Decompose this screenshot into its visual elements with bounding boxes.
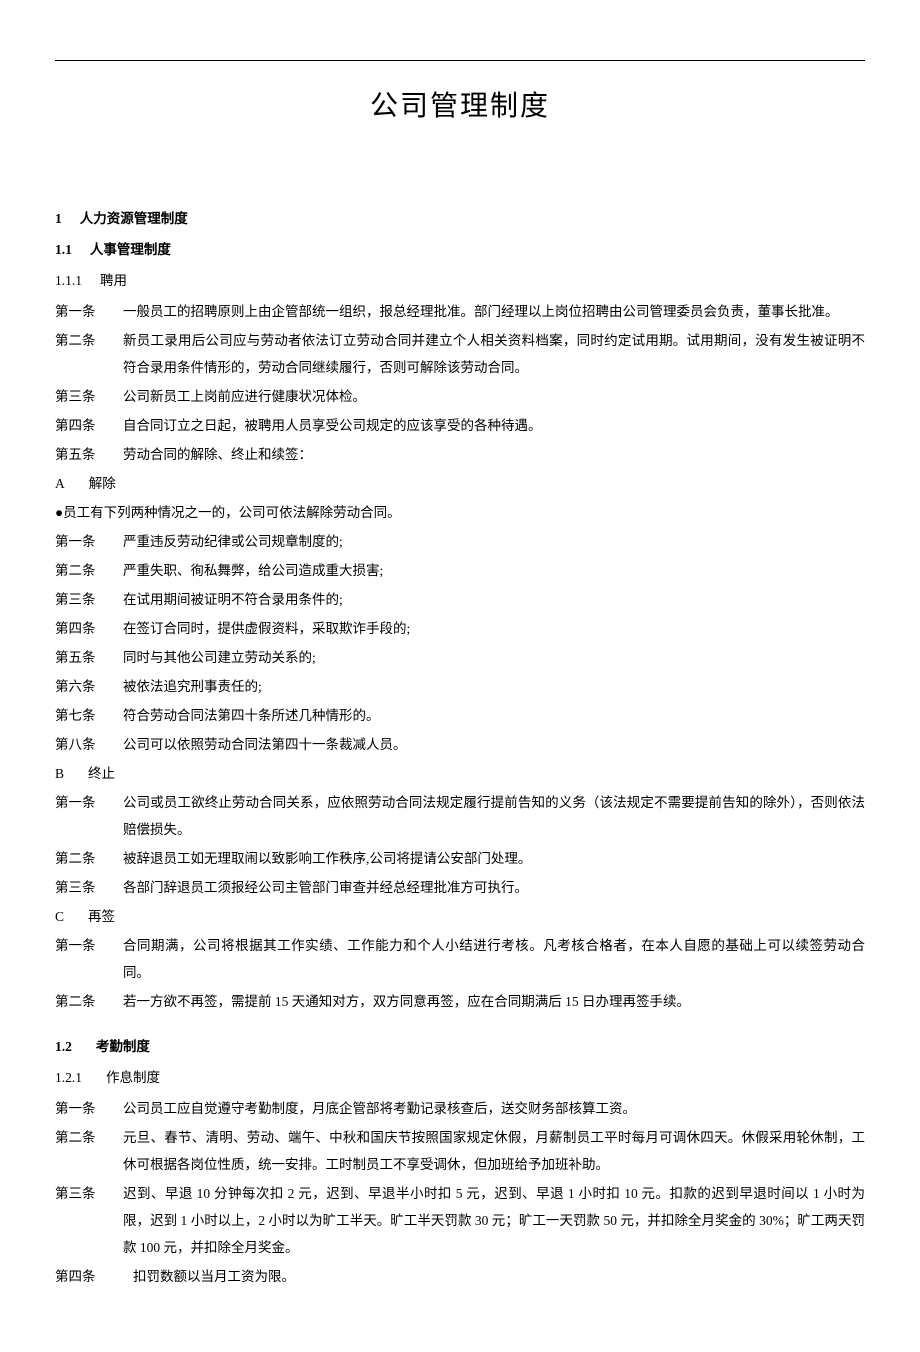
sec-a-article-3: 第三条 在试用期间被证明不符合录用条件的; <box>55 586 865 613</box>
section-1-label: 人力资源管理制度 <box>80 211 188 226</box>
hire-article-5: 第五条 劳动合同的解除、终止和续签： <box>55 441 865 468</box>
attend-article-1: 第一条 公司员工应自觉遵守考勤制度，月底企管部将考勤记录核查后，送交财务部核算工… <box>55 1095 865 1122</box>
section-1-2-heading: 1.2 考勤制度 <box>55 1033 865 1060</box>
article-content: 严重违反劳动纪律或公司规章制度的; <box>123 528 865 555</box>
article-content: 各部门辞退员工须报经公司主管部门审查并经总经理批准方可执行。 <box>123 874 865 901</box>
article-label: 第三条 <box>55 586 123 613</box>
article-content: 公司新员工上岗前应进行健康状况体检。 <box>123 383 865 410</box>
sec-a-article-2: 第二条 严重失职、徇私舞弊，给公司造成重大损害; <box>55 557 865 584</box>
bullet-line: ●员工有下列两种情况之一的，公司可依法解除劳动合同。 <box>55 499 865 526</box>
article-content: 在试用期间被证明不符合录用条件的; <box>123 586 865 613</box>
subsection-b: B 终止 <box>55 760 865 787</box>
sec-c-article-2: 第二条 若一方欲不再签，需提前 15 天通知对方，双方同意再签，应在合同期满后 … <box>55 988 865 1015</box>
article-label: 第二条 <box>55 845 123 872</box>
article-label: 第四条 <box>55 615 123 642</box>
article-label: 第一条 <box>55 1095 123 1122</box>
article-label: 第一条 <box>55 932 123 986</box>
hire-article-1: 第一条 一般员工的招聘原则上由企管部统一组织，报总经理批准。部门经理以上岗位招聘… <box>55 298 865 325</box>
section-1-heading: 1 人力资源管理制度 <box>55 205 865 232</box>
page-title: 公司管理制度 <box>55 79 865 135</box>
article-content: 同时与其他公司建立劳动关系的; <box>123 644 865 671</box>
subsection-b-label: B <box>55 766 64 781</box>
sec-b-article-2: 第二条 被辞退员工如无理取闹以致影响工作秩序,公司将提请公安部门处理。 <box>55 845 865 872</box>
sec-a-article-5: 第五条 同时与其他公司建立劳动关系的; <box>55 644 865 671</box>
article-content: 新员工录用后公司应与劳动者依法订立劳动合同并建立个人相关资料档案，同时约定试用期… <box>123 327 865 381</box>
article-label: 第八条 <box>55 731 123 758</box>
sec-a-article-7: 第七条 符合劳动合同法第四十条所述几种情形的。 <box>55 702 865 729</box>
section-1-1-1-label: 聘用 <box>100 273 127 288</box>
section-1-2-1-heading: 1.2.1 作息制度 <box>55 1064 865 1091</box>
article-label: 第四条 <box>55 1263 133 1290</box>
article-label: 第二条 <box>55 327 123 381</box>
article-label: 第三条 <box>55 874 123 901</box>
article-label: 第二条 <box>55 988 123 1015</box>
article-label: 第一条 <box>55 298 123 325</box>
section-1-1-label: 人事管理制度 <box>90 242 171 257</box>
article-label: 第三条 <box>55 383 123 410</box>
article-content: 严重失职、徇私舞弊，给公司造成重大损害; <box>123 557 865 584</box>
subsection-c-title: 再签 <box>88 909 115 924</box>
article-content: 自合同订立之日起，被聘用人员享受公司规定的应该享受的各种待遇。 <box>123 412 865 439</box>
hire-article-3: 第三条 公司新员工上岗前应进行健康状况体检。 <box>55 383 865 410</box>
article-content: 被依法追究刑事责任的; <box>123 673 865 700</box>
article-label: 第六条 <box>55 673 123 700</box>
section-1-1-num: 1.1 <box>55 242 72 257</box>
hire-article-4: 第四条 自合同订立之日起，被聘用人员享受公司规定的应该享受的各种待遇。 <box>55 412 865 439</box>
article-label: 第五条 <box>55 441 123 468</box>
article-label: 第七条 <box>55 702 123 729</box>
section-1-2-1-label: 作息制度 <box>106 1070 160 1085</box>
sec-a-article-1: 第一条 严重违反劳动纪律或公司规章制度的; <box>55 528 865 555</box>
article-content: 若一方欲不再签，需提前 15 天通知对方，双方同意再签，应在合同期满后 15 日… <box>123 988 865 1015</box>
article-content: 公司员工应自觉遵守考勤制度，月底企管部将考勤记录核查后，送交财务部核算工资。 <box>123 1095 865 1122</box>
attend-article-2: 第二条 元旦、春节、清明、劳动、端午、中秋和国庆节按照国家规定休假，月薪制员工平… <box>55 1124 865 1178</box>
subsection-c: C 再签 <box>55 903 865 930</box>
attend-article-3: 第三条 迟到、早退 10 分钟每次扣 2 元，迟到、早退半小时扣 5 元，迟到、… <box>55 1180 865 1261</box>
subsection-a-title: 解除 <box>89 476 116 491</box>
article-content: 元旦、春节、清明、劳动、端午、中秋和国庆节按照国家规定休假，月薪制员工平时每月可… <box>123 1124 865 1178</box>
article-content: 被辞退员工如无理取闹以致影响工作秩序,公司将提请公安部门处理。 <box>123 845 865 872</box>
article-label: 第一条 <box>55 789 123 843</box>
sec-a-article-6: 第六条 被依法追究刑事责任的; <box>55 673 865 700</box>
article-label: 第三条 <box>55 1180 123 1261</box>
sec-b-article-1: 第一条 公司或员工欲终止劳动合同关系，应依照劳动合同法规定履行提前告知的义务（该… <box>55 789 865 843</box>
sec-a-article-8: 第八条 公司可以依照劳动合同法第四十一条裁减人员。 <box>55 731 865 758</box>
section-1-1-heading: 1.1 人事管理制度 <box>55 236 865 263</box>
section-1-2-num: 1.2 <box>55 1039 72 1054</box>
section-1-1-1-heading: 1.1.1 聘用 <box>55 267 865 294</box>
article-label: 第二条 <box>55 1124 123 1178</box>
attend-article-4: 第四条 扣罚数额以当月工资为限。 <box>55 1263 865 1290</box>
article-content: 在签订合同时，提供虚假资料，采取欺诈手段的; <box>123 615 865 642</box>
article-label: 第二条 <box>55 557 123 584</box>
article-content: 合同期满，公司将根据其工作实绩、工作能力和个人小结进行考核。凡考核合格者，在本人… <box>123 932 865 986</box>
subsection-c-label: C <box>55 909 64 924</box>
article-content: 劳动合同的解除、终止和续签： <box>123 441 865 468</box>
article-content: 迟到、早退 10 分钟每次扣 2 元，迟到、早退半小时扣 5 元，迟到、早退 1… <box>123 1180 865 1261</box>
article-label: 第一条 <box>55 528 123 555</box>
hire-article-2: 第二条 新员工录用后公司应与劳动者依法订立劳动合同并建立个人相关资料档案，同时约… <box>55 327 865 381</box>
sec-a-article-4: 第四条 在签订合同时，提供虚假资料，采取欺诈手段的; <box>55 615 865 642</box>
article-content: 符合劳动合同法第四十条所述几种情形的。 <box>123 702 865 729</box>
article-label: 第五条 <box>55 644 123 671</box>
article-content: 公司或员工欲终止劳动合同关系，应依照劳动合同法规定履行提前告知的义务（该法规定不… <box>123 789 865 843</box>
section-1-num: 1 <box>55 211 62 226</box>
subsection-a-label: A <box>55 476 65 491</box>
subsection-b-title: 终止 <box>88 766 115 781</box>
subsection-a: A 解除 <box>55 470 865 497</box>
article-label: 第四条 <box>55 412 123 439</box>
sec-c-article-1: 第一条 合同期满，公司将根据其工作实绩、工作能力和个人小结进行考核。凡考核合格者… <box>55 932 865 986</box>
article-content: 扣罚数额以当月工资为限。 <box>133 1263 865 1290</box>
article-content: 一般员工的招聘原则上由企管部统一组织，报总经理批准。部门经理以上岗位招聘由公司管… <box>123 298 865 325</box>
section-1-2-label: 考勤制度 <box>96 1039 150 1054</box>
top-divider <box>55 60 865 61</box>
section-1-2-1-num: 1.2.1 <box>55 1070 82 1085</box>
sec-b-article-3: 第三条 各部门辞退员工须报经公司主管部门审查并经总经理批准方可执行。 <box>55 874 865 901</box>
section-1-1-1-num: 1.1.1 <box>55 273 82 288</box>
article-content: 公司可以依照劳动合同法第四十一条裁减人员。 <box>123 731 865 758</box>
